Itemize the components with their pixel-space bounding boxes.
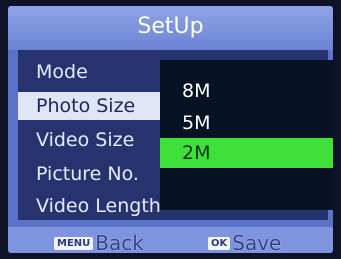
camera-screen: SetUp Mode Photo Size Video Size Picture… xyxy=(0,0,341,259)
save-button[interactable]: OK Save xyxy=(208,231,281,253)
ok-key-badge: OK xyxy=(208,236,231,250)
back-button[interactable]: MENU Back xyxy=(54,231,144,253)
option-2m[interactable]: 2M xyxy=(160,138,333,168)
setup-dialog: SetUp Mode Photo Size Video Size Picture… xyxy=(8,6,333,253)
title-bar: SetUp xyxy=(8,6,333,50)
page-title: SetUp xyxy=(137,14,204,39)
photo-size-submenu: 8M 5M 2M xyxy=(160,60,333,210)
save-label: Save xyxy=(232,231,282,253)
option-5m[interactable]: 5M xyxy=(160,108,333,138)
back-label: Back xyxy=(95,231,144,253)
option-8m[interactable]: 8M xyxy=(160,76,333,106)
menu-key-badge: MENU xyxy=(54,236,94,250)
